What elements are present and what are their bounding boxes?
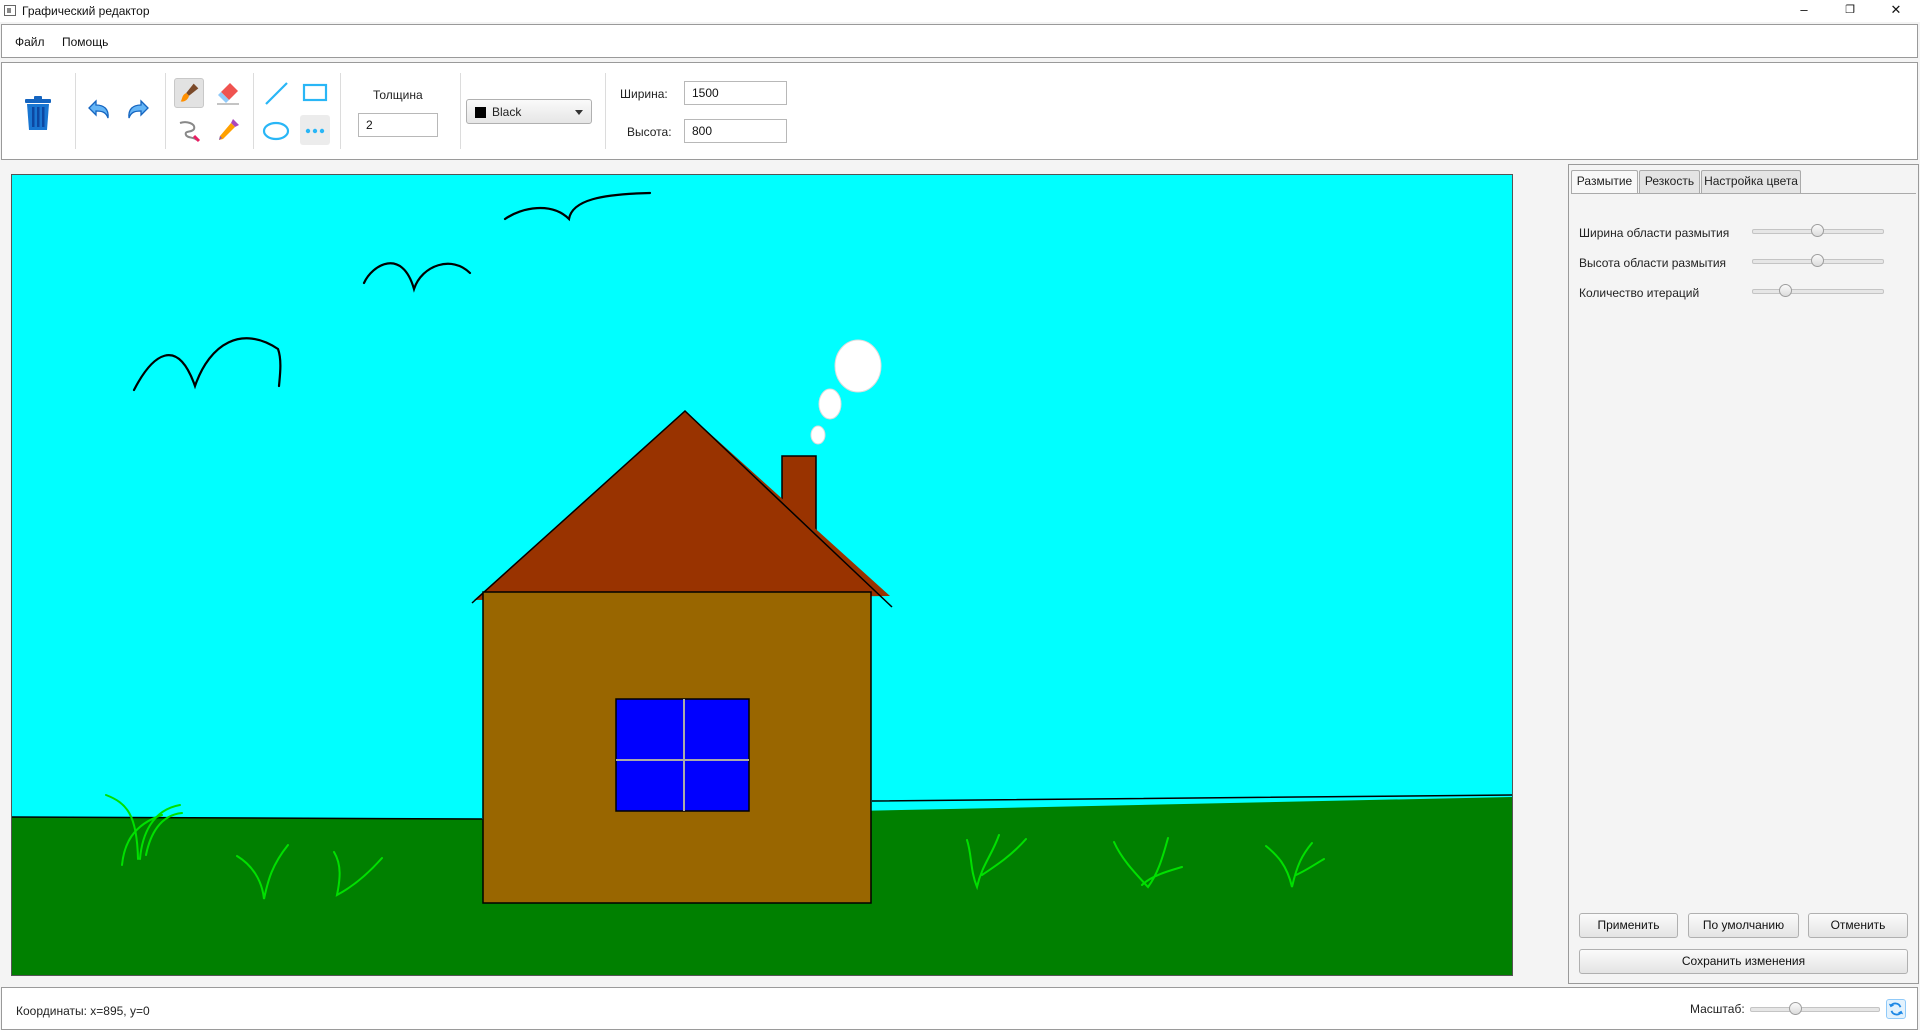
chevron-down-icon xyxy=(575,110,583,115)
toolbar-separator xyxy=(165,73,166,149)
line-tool[interactable] xyxy=(261,78,291,108)
window-title: Графический редактор xyxy=(22,4,150,18)
toolbar-separator xyxy=(75,73,76,149)
drawing xyxy=(12,175,1512,975)
toolbar xyxy=(1,62,1918,160)
toolbar-separator xyxy=(605,73,606,149)
thickness-label: Толщина xyxy=(373,88,423,102)
eraser-icon xyxy=(217,83,239,105)
smoke-puff xyxy=(810,425,826,445)
eyedropper-icon xyxy=(219,119,239,140)
color-name: Black xyxy=(492,105,522,119)
apply-button[interactable]: Применить xyxy=(1579,913,1678,938)
rectangle-tool[interactable] xyxy=(300,78,330,108)
height-input[interactable] xyxy=(684,119,787,143)
undo-button[interactable] xyxy=(83,96,113,126)
line-icon xyxy=(265,82,288,105)
blur-width-thumb[interactable] xyxy=(1811,224,1824,237)
color-picker-tool[interactable] xyxy=(213,115,243,145)
lasso-icon xyxy=(179,121,201,143)
blur-height-thumb[interactable] xyxy=(1811,254,1824,267)
brush-icon xyxy=(180,83,199,102)
coordinates-readout: Координаты: x=895, y=0 xyxy=(16,1004,150,1018)
zoom-label: Масштаб: xyxy=(1690,1002,1745,1016)
toolbar-separator xyxy=(460,73,461,149)
width-input[interactable] xyxy=(684,81,787,105)
defaults-button[interactable]: По умолчанию xyxy=(1688,913,1799,938)
width-label: Ширина: xyxy=(620,87,668,101)
trash-icon xyxy=(25,96,51,130)
reset-zoom-button[interactable] xyxy=(1886,999,1906,1019)
color-swatch xyxy=(475,107,486,118)
title-bar: Графический редактор – ❐ ✕ xyxy=(0,0,1920,22)
status-bar xyxy=(1,987,1918,1030)
thickness-input[interactable] xyxy=(358,113,438,137)
maximize-button[interactable]: ❐ xyxy=(1827,0,1873,22)
menu-help[interactable]: Помощь xyxy=(62,35,108,49)
color-select[interactable]: Black xyxy=(466,99,592,124)
iterations-label: Количество итераций xyxy=(1579,286,1700,300)
zoom-thumb[interactable] xyxy=(1788,1002,1802,1015)
iterations-slider[interactable] xyxy=(1752,289,1884,294)
ellipse-tool[interactable] xyxy=(261,115,291,145)
smoke-puff xyxy=(818,388,842,420)
cancel-button[interactable]: Отменить xyxy=(1808,913,1908,938)
more-icon xyxy=(305,128,325,134)
tab-sharpen[interactable]: Резкость xyxy=(1639,170,1700,193)
house-window xyxy=(615,698,750,812)
iterations-thumb[interactable] xyxy=(1778,284,1792,297)
more-tools-button[interactable] xyxy=(300,115,330,145)
lasso-tool[interactable] xyxy=(174,115,204,145)
app-icon xyxy=(4,5,16,16)
refresh-icon xyxy=(1888,1002,1904,1016)
smoke-puff xyxy=(834,339,882,393)
blur-width-label: Ширина области размытия xyxy=(1579,226,1730,240)
tab-color-adjust[interactable]: Настройка цвета xyxy=(1701,170,1801,193)
clear-button[interactable] xyxy=(17,92,59,134)
close-button[interactable]: ✕ xyxy=(1873,0,1919,22)
eraser-tool[interactable] xyxy=(213,78,243,108)
ellipse-icon xyxy=(262,121,290,141)
zoom-slider[interactable] xyxy=(1750,1007,1880,1012)
menu-bar xyxy=(1,24,1918,58)
drawing-canvas[interactable] xyxy=(11,174,1513,976)
menu-file[interactable]: Файл xyxy=(15,35,45,49)
tab-blur[interactable]: Размытие xyxy=(1571,170,1638,194)
tab-divider xyxy=(1571,193,1916,194)
toolbar-separator xyxy=(253,73,254,149)
rectangle-icon xyxy=(302,83,328,102)
save-changes-button[interactable]: Сохранить изменения xyxy=(1579,949,1908,974)
minimize-button[interactable]: – xyxy=(1781,0,1827,22)
toolbar-separator xyxy=(340,73,341,149)
redo-button[interactable] xyxy=(124,96,154,126)
undo-icon xyxy=(88,99,109,119)
blur-height-label: Высота области размытия xyxy=(1579,256,1727,270)
brush-tool[interactable] xyxy=(174,78,204,108)
redo-icon xyxy=(128,99,149,119)
height-label: Высота: xyxy=(627,125,672,139)
